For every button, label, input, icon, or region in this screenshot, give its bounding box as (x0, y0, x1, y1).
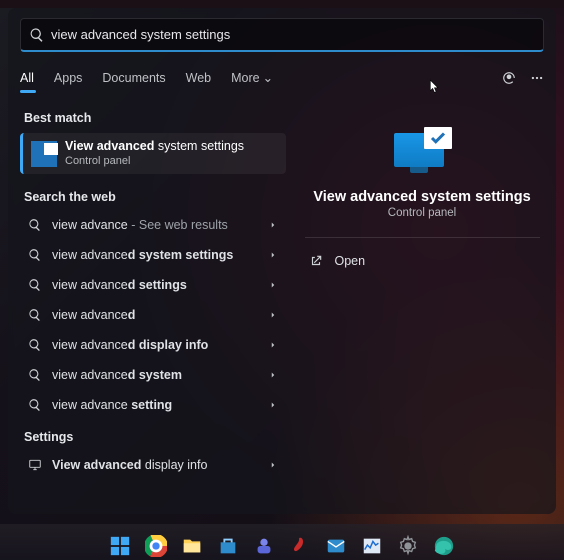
search-icon (28, 398, 42, 412)
taskmanager-icon[interactable] (360, 534, 384, 558)
search-icon (28, 308, 42, 322)
result-detail: View advanced system settings Control pa… (300, 101, 544, 506)
web-result-text: view advanced (52, 308, 268, 322)
web-result[interactable]: view advanced system settings (20, 240, 286, 270)
tab-documents[interactable]: Documents (102, 65, 165, 91)
system-settings-icon (31, 141, 57, 167)
display-icon (28, 458, 42, 472)
best-match-subtitle: Control panel (65, 155, 244, 169)
best-match-item[interactable]: View advanced system settings Control pa… (20, 133, 286, 174)
web-result[interactable]: view advanced settings (20, 270, 286, 300)
store-icon[interactable] (216, 534, 240, 558)
more-icon[interactable] (530, 71, 544, 85)
web-result[interactable]: view advanced (20, 300, 286, 330)
chevron-right-icon (268, 310, 278, 320)
web-result[interactable]: view advance setting (20, 390, 286, 420)
results-left: Best match View advanced system settings… (20, 101, 286, 506)
chevron-right-icon (268, 250, 278, 260)
search-icon (28, 338, 42, 352)
web-result[interactable]: view advanced system (20, 360, 286, 390)
filter-tabs: All Apps Documents Web More⌄ (20, 64, 544, 91)
explorer-icon[interactable] (180, 534, 204, 558)
chevron-right-icon (268, 280, 278, 290)
web-result-text: view advanced system (52, 368, 268, 382)
detail-subtitle: Control panel (388, 207, 456, 219)
start-search-panel: All Apps Documents Web More⌄ Best match … (8, 8, 556, 514)
media-icon[interactable] (288, 534, 312, 558)
tab-more[interactable]: More⌄ (231, 64, 273, 91)
settings-header: Settings (20, 424, 286, 450)
mail-icon[interactable] (324, 534, 348, 558)
divider (305, 237, 540, 238)
settings-icon[interactable] (396, 534, 420, 558)
detail-title: View advanced system settings (313, 189, 530, 205)
search-bar[interactable] (20, 18, 544, 52)
chevron-right-icon (268, 220, 278, 230)
chrome-icon[interactable] (144, 534, 168, 558)
search-icon (28, 278, 42, 292)
web-result-text: view advanced display info (52, 338, 268, 352)
web-result[interactable]: view advanced display info (20, 330, 286, 360)
web-result-text: view advanced settings (52, 278, 268, 292)
settings-result-text: View advanced display info (52, 458, 268, 472)
tab-web[interactable]: Web (186, 65, 211, 91)
chevron-right-icon (268, 340, 278, 350)
teams-icon[interactable] (252, 534, 276, 558)
search-icon (28, 218, 42, 232)
search-icon (28, 368, 42, 382)
web-result[interactable]: view advance - See web results (20, 210, 286, 240)
chevron-right-icon (268, 400, 278, 410)
tab-apps[interactable]: Apps (54, 65, 83, 91)
tab-all[interactable]: All (20, 65, 34, 91)
settings-result[interactable]: View advanced display info (20, 450, 286, 480)
chevron-right-icon (268, 460, 278, 470)
web-result-text: view advance - See web results (52, 218, 268, 232)
system-settings-large-icon (392, 127, 452, 175)
mouse-cursor (428, 76, 442, 96)
web-header: Search the web (20, 184, 286, 210)
edge-icon[interactable] (432, 534, 456, 558)
search-input[interactable] (51, 27, 535, 42)
open-icon (309, 254, 323, 268)
best-match-title: View advanced system settings (65, 139, 244, 153)
search-icon (29, 27, 45, 43)
start-button[interactable] (108, 534, 132, 558)
account-sync-icon[interactable] (502, 71, 516, 85)
taskbar (0, 524, 564, 560)
open-action[interactable]: Open (305, 248, 540, 274)
web-result-text: view advanced system settings (52, 248, 268, 262)
best-match-header: Best match (20, 105, 286, 131)
search-icon (28, 248, 42, 262)
chevron-right-icon (268, 370, 278, 380)
web-result-text: view advance setting (52, 398, 268, 412)
